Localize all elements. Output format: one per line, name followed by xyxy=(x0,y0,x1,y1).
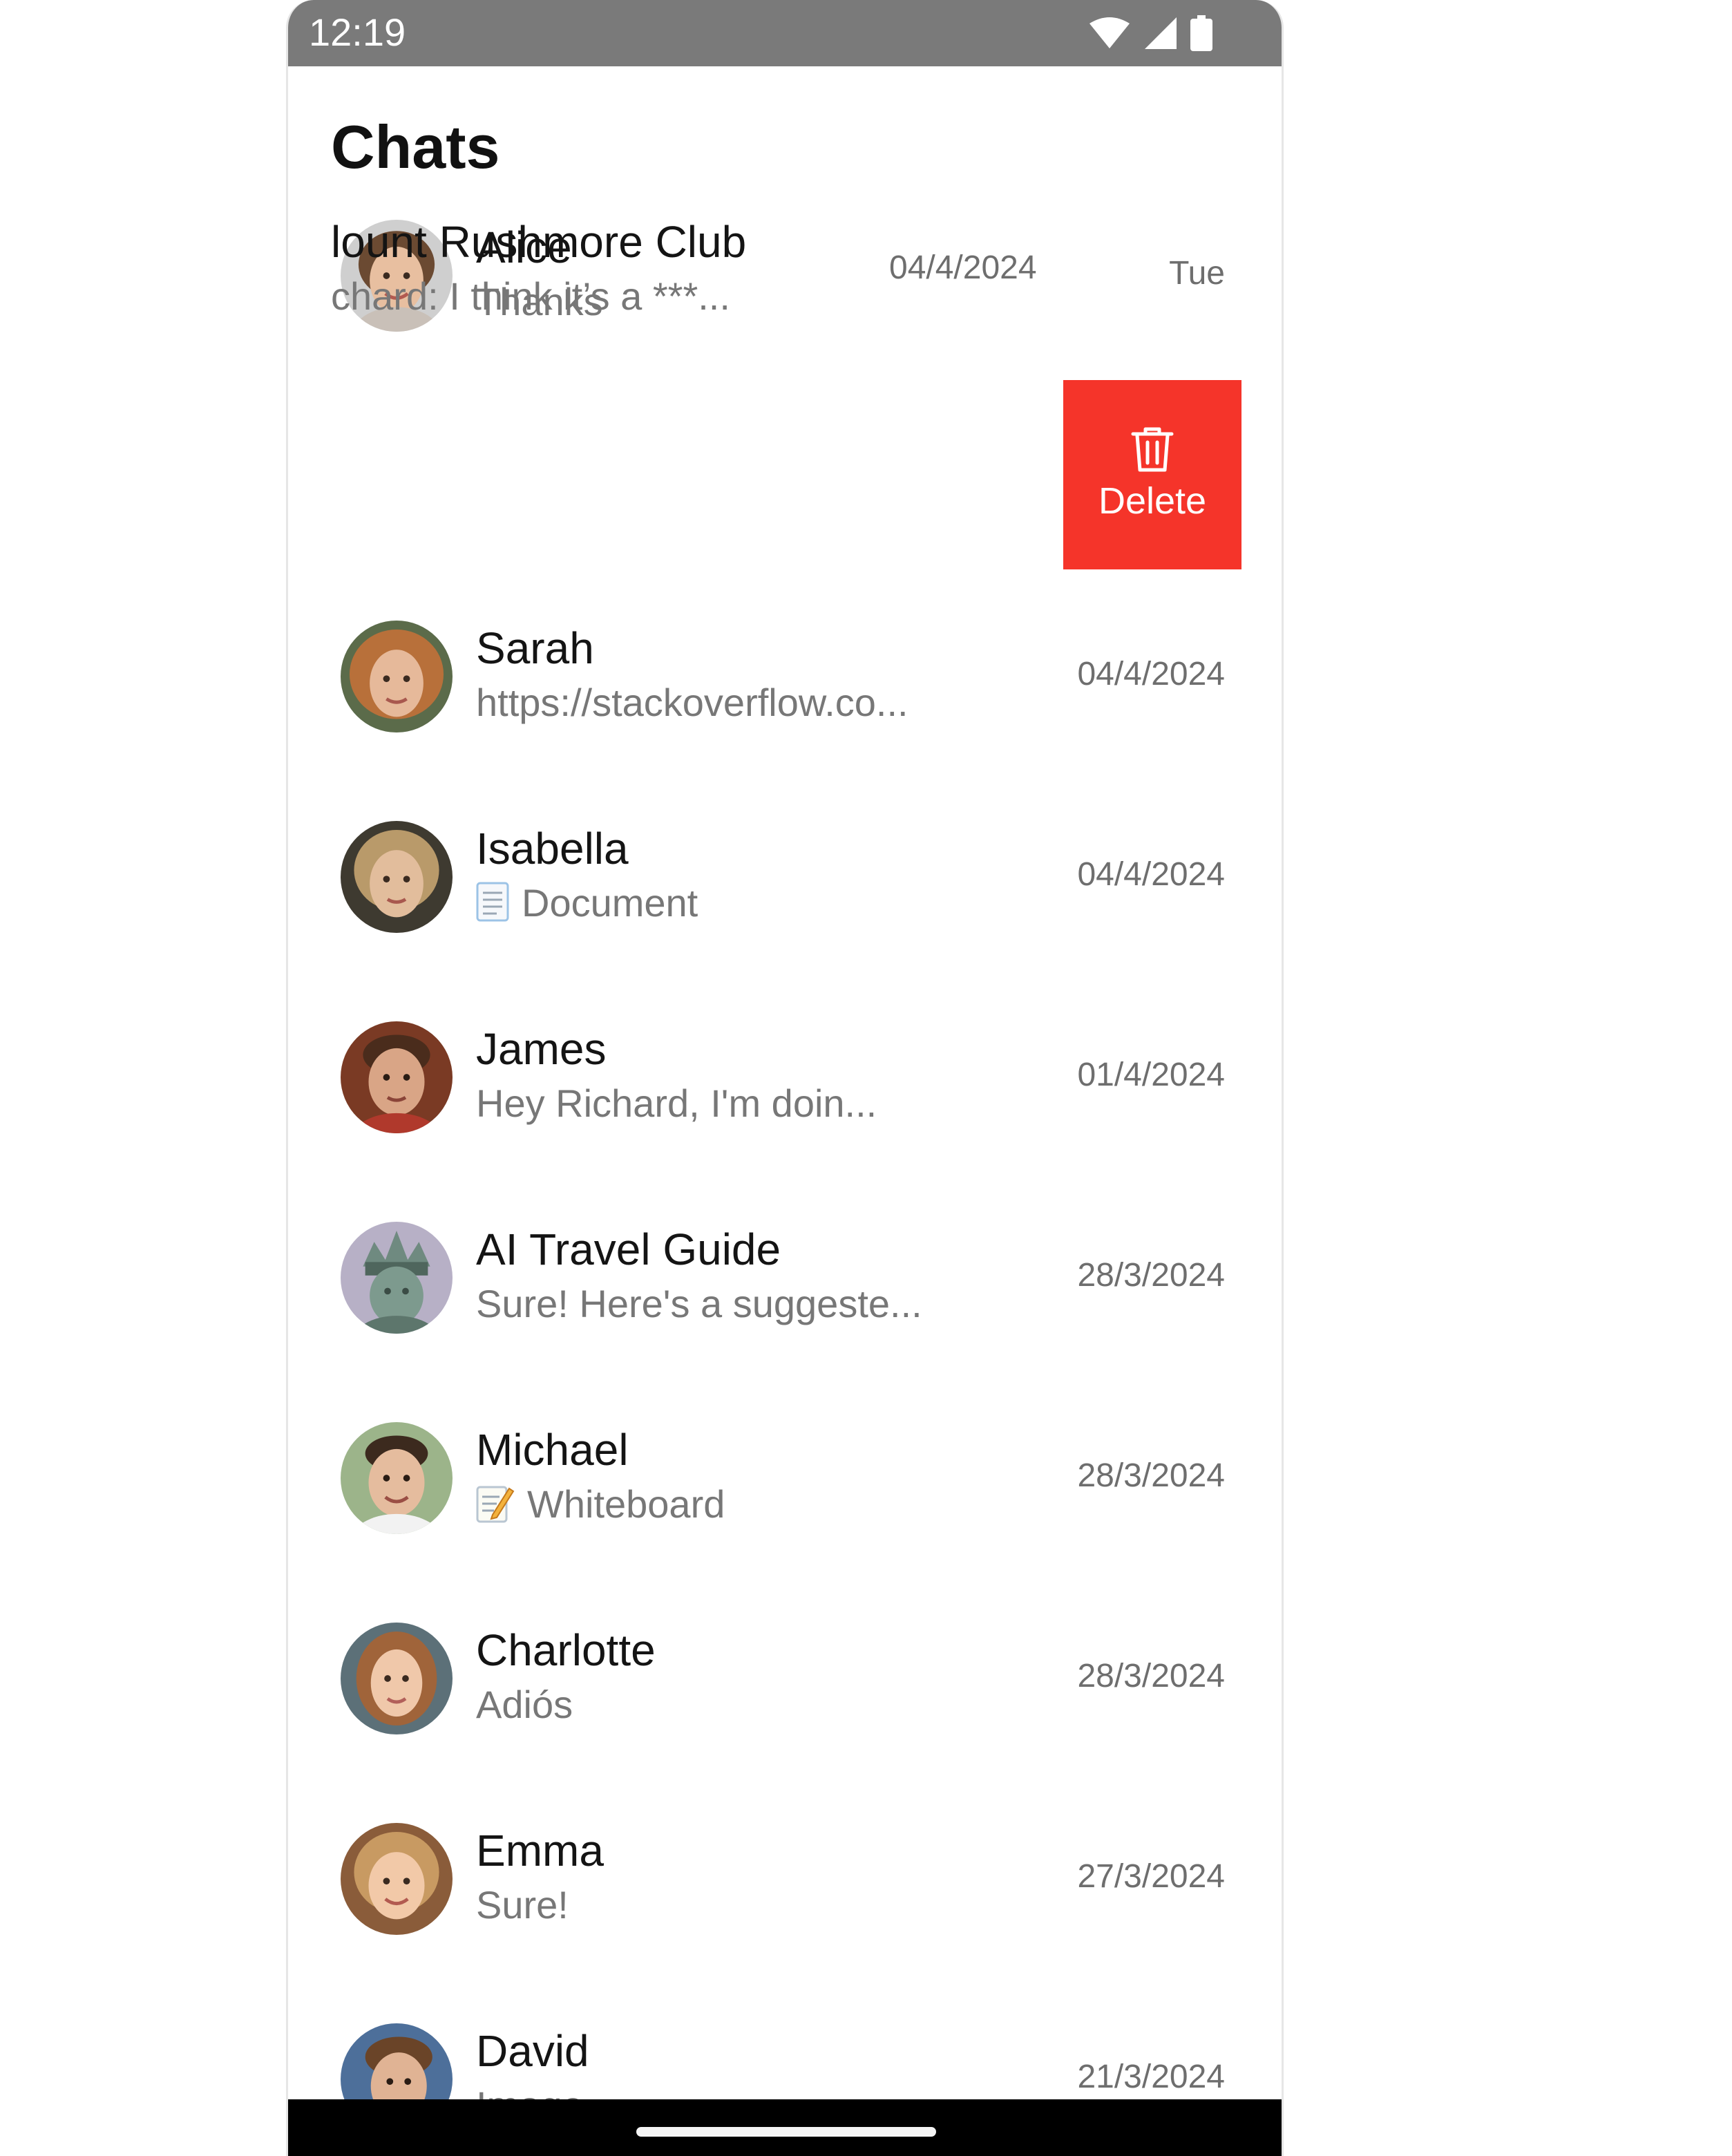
preview-text: Document xyxy=(522,881,698,925)
wifi-icon xyxy=(1089,17,1130,48)
chat-name: Emma xyxy=(476,1826,604,1875)
swiped-name-text: lount Rushmore Club xyxy=(331,217,747,267)
chat-row-michael[interactable]: Michael Whiteboard 28/3/2024 xyxy=(288,1410,1282,1610)
status-icons xyxy=(1088,14,1212,53)
page-title: Chats xyxy=(331,113,500,181)
memo-icon xyxy=(476,1486,515,1523)
chat-name: James xyxy=(476,1024,607,1074)
chat-row-ai-travel-guide[interactable]: AI Travel Guide Sure! Here's a suggeste.… xyxy=(288,1209,1282,1410)
chat-date: 28/3/2024 xyxy=(1077,1457,1225,1494)
avatar xyxy=(341,1021,453,1133)
chat-date: Tue xyxy=(1169,255,1225,292)
chat-date: 04/4/2024 xyxy=(1077,656,1225,692)
chat-name: Charlotte xyxy=(476,1625,656,1675)
chat-preview: Whiteboard xyxy=(476,1480,725,1529)
trash-icon xyxy=(1131,427,1174,472)
chat-name: Sarah xyxy=(476,623,594,673)
chat-name: David xyxy=(476,2026,589,2076)
avatar xyxy=(341,1422,453,1534)
chat-name-swiped[interactable]: lount Rushmore Club xyxy=(331,216,787,268)
chat-date: 28/3/2024 xyxy=(1077,1257,1225,1294)
avatar-michael-image xyxy=(341,1422,453,1534)
avatar xyxy=(341,1823,453,1935)
chat-name: Michael xyxy=(476,1425,629,1475)
phone-screen: 12:19 Chats Alice Thanks Tue lount Rushm… xyxy=(286,0,1284,2156)
chat-row-charlotte[interactable]: Charlotte Adiós 28/3/2024 xyxy=(288,1610,1282,1810)
chat-date: 04/4/2024 xyxy=(1077,856,1225,893)
chat-date: 28/3/2024 xyxy=(1077,1658,1225,1694)
chat-row-emma[interactable]: Emma Sure! 27/3/2024 xyxy=(288,1810,1282,2011)
avatar xyxy=(341,1222,453,1334)
avatar-statue-of-liberty-image xyxy=(341,1222,453,1334)
chat-row-sarah[interactable]: Sarah https://stackoverflow.co... 04/4/2… xyxy=(288,608,1282,808)
avatar-emma-image xyxy=(341,1823,453,1935)
chat-preview: Sure! Here's a suggeste... xyxy=(476,1282,922,1325)
chat-preview: Sure! xyxy=(476,1883,569,1927)
chat-preview: Hey Richard, I'm doin... xyxy=(476,1081,877,1125)
swiped-preview-text: chard: I think it’s a ***... xyxy=(331,274,730,318)
delete-button[interactable]: Delete xyxy=(1063,380,1241,569)
preview-text: Whiteboard xyxy=(527,1482,725,1526)
chat-date: 27/3/2024 xyxy=(1077,1858,1225,1895)
chat-row-james[interactable]: James Hey Richard, I'm doin... 01/4/2024 xyxy=(288,1009,1282,1209)
document-icon xyxy=(476,882,509,922)
status-time: 12:19 xyxy=(309,10,406,54)
delete-label: Delete xyxy=(1098,480,1207,522)
chat-preview: Document xyxy=(476,879,698,927)
avatar xyxy=(341,1623,453,1734)
chat-name: AI Travel Guide xyxy=(476,1224,781,1274)
chat-name: Isabella xyxy=(476,824,629,873)
chat-date: 21/3/2024 xyxy=(1077,2059,1225,2095)
avatar xyxy=(341,821,453,933)
avatar xyxy=(341,621,453,732)
avatar-james-image xyxy=(341,1021,453,1133)
chat-preview: Adiós xyxy=(476,1683,573,1726)
status-bar: 12:19 xyxy=(288,0,1282,66)
avatar-isabella-image xyxy=(341,821,453,933)
cell-signal-icon xyxy=(1145,17,1177,49)
avatar-sarah-image xyxy=(341,621,453,732)
home-gesture-handle[interactable] xyxy=(636,2127,936,2137)
chat-row-isabella[interactable]: Isabella Document 04/4/2024 xyxy=(288,808,1282,1009)
navigation-bar xyxy=(288,2099,1282,2156)
chat-preview: https://stackoverflow.co... xyxy=(476,681,908,724)
avatar-charlotte-image xyxy=(341,1623,453,1734)
battery-icon xyxy=(1190,15,1212,51)
chat-preview-swiped: chard: I think it’s a ***... xyxy=(331,272,745,321)
chat-date: 01/4/2024 xyxy=(1077,1057,1225,1093)
chat-date-swiped: 04/4/2024 xyxy=(889,249,1037,286)
